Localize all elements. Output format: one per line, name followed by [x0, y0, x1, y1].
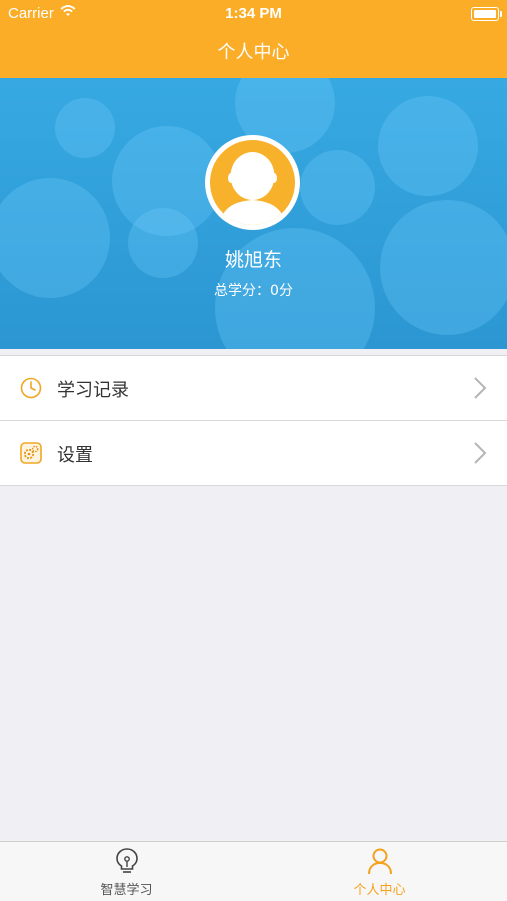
background-bubble [378, 96, 478, 196]
status-bar: Carrier 1:34 PM [0, 0, 507, 28]
page-title: 个人中心 [217, 42, 290, 63]
tab-label: 智慧学习 [100, 883, 153, 898]
avatar-image [210, 140, 295, 225]
profile-header [0, 78, 507, 349]
chevron-right-icon [474, 442, 487, 464]
lightbulb-icon [116, 848, 138, 873]
avatar[interactable] [205, 135, 300, 230]
background-bubble [55, 98, 115, 158]
user-silhouette-icon [220, 152, 285, 225]
menu-item-study-records[interactable]: 学习记录 [0, 356, 507, 421]
tab-smart-learning[interactable]: 智慧学习 [0, 842, 253, 901]
user-name: 姚旭东 [224, 249, 282, 271]
chevron-right-icon [474, 377, 487, 399]
background-bubble [300, 150, 375, 225]
menu-list: 学习记录 设置 [0, 355, 507, 486]
total-credits: 总学分：0分 [214, 283, 293, 299]
top-bar: Carrier 1:34 PM 个人中心 [0, 0, 507, 78]
settings-icon [20, 442, 42, 464]
tab-label: 个人中心 [353, 883, 406, 898]
battery-icon [471, 7, 502, 21]
tab-personal-center[interactable]: 个人中心 [253, 842, 506, 901]
clock-icon [20, 377, 42, 399]
menu-item-label: 学习记录 [57, 380, 129, 401]
status-time: 1:34 PM [225, 5, 282, 22]
person-icon [368, 848, 392, 875]
menu-item-label: 设置 [57, 445, 93, 466]
menu-item-settings[interactable]: 设置 [0, 421, 507, 486]
tab-bar: 智慧学习 个人中心 [0, 841, 507, 901]
